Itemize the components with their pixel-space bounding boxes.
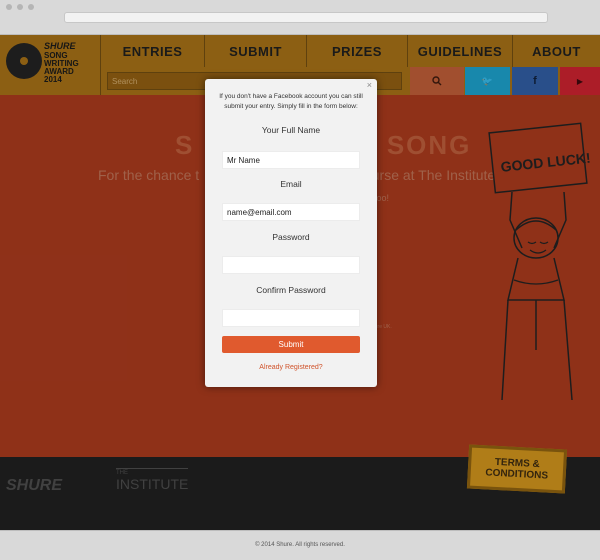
- email-field[interactable]: [222, 203, 360, 221]
- close-icon[interactable]: ×: [367, 80, 372, 90]
- window-maximize-dot[interactable]: [28, 4, 34, 10]
- register-modal: × If you don't have a Facebook account y…: [205, 79, 377, 387]
- confirm-password-label: Confirm Password: [256, 285, 326, 295]
- modal-intro: If you don't have a Facebook account you…: [219, 93, 363, 110]
- address-bar[interactable]: [64, 12, 548, 23]
- email-label: Email: [280, 179, 302, 189]
- confirm-password-field[interactable]: [222, 309, 360, 327]
- password-field[interactable]: [222, 256, 360, 274]
- window-close-dot[interactable]: [6, 4, 12, 10]
- window-minimize-dot[interactable]: [17, 4, 23, 10]
- already-registered-link[interactable]: Already Registered?: [205, 364, 377, 371]
- browser-window-chrome: [0, 0, 600, 35]
- password-label: Password: [272, 232, 310, 242]
- full-name-field[interactable]: [222, 151, 360, 169]
- full-name-label: Your Full Name: [261, 125, 321, 135]
- submit-button[interactable]: Submit: [222, 336, 360, 353]
- copyright-bar: © 2014 Shure. All rights reserved.: [0, 530, 600, 560]
